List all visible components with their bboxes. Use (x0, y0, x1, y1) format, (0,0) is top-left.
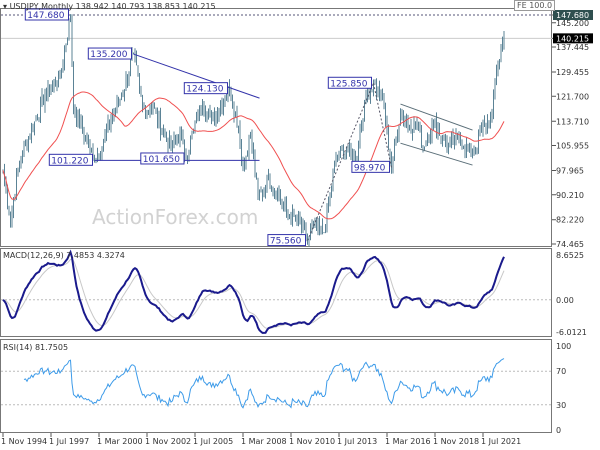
macd-tick-label: 8.6525 (556, 251, 584, 260)
macd-panel (0, 248, 552, 337)
y-tick-label: 82.220 (556, 216, 584, 225)
macd-tick-label: -6.0121 (556, 328, 587, 337)
rsi-tick-label: 0 (556, 426, 561, 435)
fe-label: FE 100.0 (514, 0, 556, 11)
rsi-line (23, 358, 505, 409)
chart-canvas: 147.680 135.200 124.130 101.220 101.650 125.8… (0, 8, 593, 446)
macd-title: MACD(12,26,9) 7.4853 4.3274 (3, 251, 125, 260)
price-label: 101.220 (51, 156, 88, 166)
x-tick-label: 1 Mar 2016 (385, 437, 431, 446)
x-tick-label: 1 Mar 2000 (97, 437, 143, 446)
price-label: 124.130 (186, 85, 223, 95)
macd-tick-label: 0.00 (556, 296, 574, 305)
x-tick-label: 1 Nov 1994 (1, 437, 47, 446)
y-tick-label: 105.955 (556, 142, 589, 151)
x-tick-label: 1 Nov 2018 (433, 437, 479, 446)
rsi-tick-label: 100 (556, 342, 571, 351)
y-tick-label: 145.200 (556, 19, 589, 28)
chart-window: 147.680 135.200 124.130 101.220 101.650 125.8… (0, 0, 600, 450)
price-label: 135.200 (90, 50, 127, 60)
y-tick-label: 121.700 (556, 92, 589, 101)
symbol-label: USDJPY,Monthly (9, 2, 74, 11)
x-tick-label: 1 Nov 2010 (289, 437, 335, 446)
rsi-panel (0, 339, 552, 433)
price-label: 147.680 (27, 11, 64, 21)
y-tick-label: 74.465 (556, 240, 584, 249)
dropdown-triangle-icon[interactable]: ▾ (3, 2, 7, 11)
price-title: ▾ USDJPY,Monthly 138.942 140.793 138.853… (3, 2, 216, 11)
x-tick-label: 1 Nov 2002 (145, 437, 191, 446)
ohlc-values: 138.942 140.793 138.853 140.215 (75, 2, 216, 11)
price-label: 98.970 (354, 163, 386, 173)
y-tick-label: 140.215 (556, 34, 589, 43)
y-tick-label: 137.445 (556, 43, 589, 52)
rsi-tick-label: 30 (556, 401, 566, 410)
rsi-title: RSI(14) 81.7505 (3, 343, 69, 352)
y-tick-label: 113.710 (556, 117, 589, 126)
price-label: 125.850 (330, 79, 367, 89)
x-tick-label: 1 Jul 2005 (193, 437, 233, 446)
x-tick-label: 1 Jul 1997 (49, 437, 89, 446)
watermark: ActionForex.com (92, 205, 259, 229)
y-tick-label: 129.455 (556, 68, 589, 77)
price-label: 75.560 (270, 237, 302, 247)
x-tick-label: 1 Jul 2013 (337, 437, 377, 446)
macd-line (2, 249, 505, 334)
y-tick-label: 90.210 (556, 191, 584, 200)
y-tick-label: 97.965 (556, 166, 584, 175)
x-tick-label: 1 Mar 2008 (241, 437, 287, 446)
rsi-tick-label: 70 (556, 367, 566, 376)
price-panel (0, 8, 552, 247)
x-tick-label: 1 Jul 2021 (481, 437, 521, 446)
price-label: 101.650 (143, 155, 180, 165)
